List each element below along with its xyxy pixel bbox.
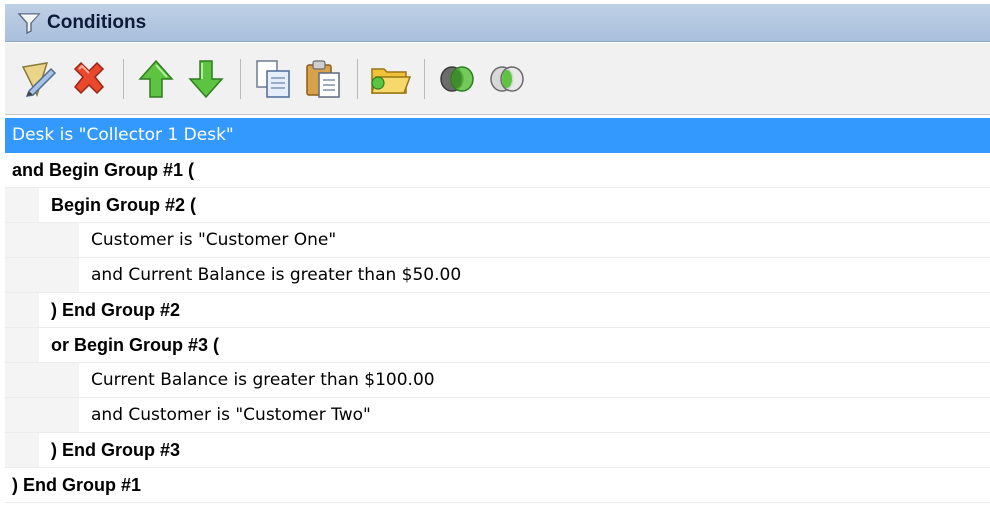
- toolbar-separator: [240, 58, 241, 99]
- indent-guide: [5, 398, 79, 432]
- edit-condition-button[interactable]: [15, 55, 63, 103]
- indent-guide: [5, 363, 79, 397]
- copy-icon: [256, 59, 290, 98]
- condition-label: and Customer is "Customer Two": [91, 405, 371, 425]
- group-label: ) End Group #1: [12, 475, 142, 495]
- group-row[interactable]: Begin Group #2 (: [5, 188, 990, 223]
- panel-title: Conditions: [47, 11, 147, 33]
- group-row[interactable]: and Begin Group #1 (: [5, 153, 990, 188]
- group-label: or Begin Group #3 (: [51, 335, 220, 355]
- condition-list: Desk is "Collector 1 Desk" and Begin Grou…: [5, 118, 990, 503]
- indent-guide: [5, 433, 39, 467]
- condition-row[interactable]: and Current Balance is greater than $50.…: [5, 258, 990, 293]
- ungroup-button[interactable]: [483, 55, 531, 103]
- condition-row[interactable]: Desk is "Collector 1 Desk": [5, 118, 990, 153]
- condition-row[interactable]: Customer is "Customer One": [5, 223, 990, 258]
- group-label: ) End Group #3: [51, 440, 181, 460]
- ungroup-icon: [490, 65, 524, 92]
- paste-icon: [306, 59, 340, 98]
- condition-row[interactable]: and Customer is "Customer Two": [5, 398, 990, 433]
- condition-label: Customer is "Customer One": [91, 230, 337, 250]
- funnel-icon: [17, 12, 41, 34]
- condition-label: Current Balance is greater than $100.00: [91, 370, 435, 390]
- group-icon: [440, 65, 474, 92]
- folder-button[interactable]: [366, 55, 414, 103]
- toolbar-separator: [424, 58, 425, 99]
- folder-icon: [371, 67, 412, 94]
- conditions-panel: Conditions Desk is "Collector 1 Desk" an…: [0, 0, 990, 513]
- delete-icon: [73, 61, 105, 94]
- move-down-icon: [188, 59, 224, 98]
- move-up-icon: [138, 59, 174, 98]
- toolbar: [5, 43, 990, 115]
- group-label: ) End Group #2: [51, 300, 181, 320]
- group-label: and Begin Group #1 (: [12, 160, 195, 180]
- group-row[interactable]: ) End Group #2: [5, 293, 990, 328]
- indent-guide: [5, 328, 39, 362]
- move-up-button[interactable]: [132, 55, 180, 103]
- move-down-button[interactable]: [182, 55, 230, 103]
- group-row[interactable]: ) End Group #1: [5, 468, 990, 503]
- indent-guide: [5, 223, 79, 257]
- edit-condition-icon: [21, 61, 57, 97]
- indent-guide: [5, 258, 79, 292]
- group-button[interactable]: [433, 55, 481, 103]
- paste-button[interactable]: [299, 55, 347, 103]
- group-row[interactable]: ) End Group #3: [5, 433, 990, 468]
- copy-button[interactable]: [249, 55, 297, 103]
- group-label: Begin Group #2 (: [51, 195, 197, 215]
- toolbar-separator: [123, 58, 124, 99]
- toolbar-separator: [357, 58, 358, 99]
- condition-label: Desk is "Collector 1 Desk": [12, 125, 234, 145]
- group-row[interactable]: or Begin Group #3 (: [5, 328, 990, 363]
- condition-label: and Current Balance is greater than $50.…: [91, 265, 462, 285]
- panel-title-bar: Conditions: [5, 4, 990, 42]
- indent-guide: [5, 188, 39, 222]
- delete-button[interactable]: [65, 55, 113, 103]
- condition-row[interactable]: Current Balance is greater than $100.00: [5, 363, 990, 398]
- indent-guide: [5, 293, 39, 327]
